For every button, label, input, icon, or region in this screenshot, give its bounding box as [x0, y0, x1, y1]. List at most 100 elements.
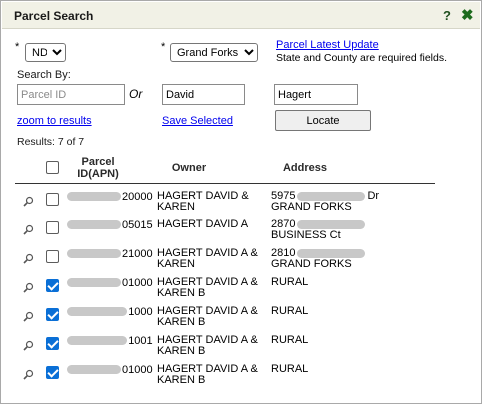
redacted-text	[67, 192, 121, 201]
owner-header: Owner	[171, 162, 207, 174]
owner-cell: HAGERT DAVID A & KAREN	[157, 248, 267, 270]
results-count: Results: 7 of 7	[17, 136, 85, 148]
address-cell: RURAL	[271, 277, 451, 288]
owner-line: KAREN B	[157, 374, 206, 386]
address-line: RURAL	[271, 364, 451, 375]
redacted-text	[67, 220, 121, 229]
owner-line: KAREN B	[157, 316, 206, 328]
redacted-text	[67, 307, 128, 316]
or-label: Or	[129, 87, 143, 101]
redacted-text	[67, 249, 121, 258]
row-select-checkbox[interactable]	[46, 193, 59, 206]
parcel-id-input[interactable]	[17, 84, 125, 105]
parcel-id-suffix: 05015	[122, 219, 153, 231]
address-number: RURAL	[271, 305, 309, 317]
owner-line: KAREN B	[157, 345, 206, 357]
owner-cell: HAGERT DAVID A	[157, 219, 267, 241]
address-line: RURAL	[271, 335, 451, 346]
parcel-search-window: Parcel Search ? ✖ * ND * Grand Forks Par…	[0, 0, 482, 404]
address-cell: RURAL	[271, 306, 451, 317]
first-name-input[interactable]	[162, 84, 245, 105]
zoom-to-parcel-icon[interactable]	[23, 282, 34, 293]
parcel-id-suffix: 01000	[122, 364, 153, 376]
close-icon[interactable]: ✖	[461, 6, 474, 24]
owner-cell: HAGERT DAVID A & KAREN B	[157, 364, 267, 386]
redacted-text	[297, 248, 366, 258]
parcel-id-suffix: 21000	[122, 248, 153, 260]
zoom-to-parcel-icon[interactable]	[23, 196, 34, 207]
address-line: BUSINESS Ct	[271, 229, 341, 241]
search-by-label: Search By:	[17, 69, 71, 81]
county-select[interactable]: Grand Forks	[170, 43, 258, 62]
parcel-id-cell: 05015	[67, 219, 153, 231]
state-required-mark: *	[15, 41, 20, 53]
address-line: RURAL	[271, 277, 451, 288]
zoom-to-parcel-icon[interactable]	[23, 224, 34, 235]
parcel-id-suffix: 01000	[122, 277, 153, 289]
result-row: 1000 HAGERT DAVID A & KAREN B RURAL	[15, 303, 455, 332]
parcel-latest-update-link[interactable]: Parcel Latest Update	[276, 39, 379, 51]
address-number: RURAL	[271, 363, 309, 375]
result-row: 05015 HAGERT DAVID A 2870 BUSINESS Ct	[15, 216, 455, 245]
locate-button[interactable]: Locate	[275, 110, 371, 131]
address-header: Address	[282, 162, 328, 174]
address-cell: 2810 GRAND FORKS	[271, 248, 451, 270]
state-select[interactable]: ND	[25, 43, 66, 62]
parcel-id-cell: 21000	[67, 248, 153, 260]
zoom-to-parcel-icon[interactable]	[23, 369, 34, 380]
owner-line: KAREN	[157, 258, 195, 270]
row-select-checkbox[interactable]	[46, 279, 59, 292]
zoom-to-parcel-icon[interactable]	[23, 311, 34, 322]
address-cell: 2870 BUSINESS Ct	[271, 219, 451, 241]
parcel-id-cell: 1001	[67, 335, 153, 347]
owner-cell: HAGERT DAVID & KAREN	[157, 191, 267, 213]
address-suffix: Dr	[367, 190, 380, 202]
save-selected-link[interactable]: Save Selected	[162, 115, 233, 127]
owner-line: HAGERT DAVID A	[157, 218, 249, 230]
parcel-id-cell: 01000	[67, 277, 153, 289]
select-all-checkbox[interactable]	[46, 161, 59, 174]
address-number: RURAL	[271, 276, 309, 288]
county-required-mark: *	[161, 41, 166, 53]
address-line: GRAND FORKS	[271, 258, 352, 270]
address-line: GRAND FORKS	[271, 201, 352, 213]
title-bar: Parcel Search ? ✖	[2, 2, 480, 29]
result-row: 01000 HAGERT DAVID A & KAREN B RURAL	[15, 274, 455, 303]
owner-cell: HAGERT DAVID A & KAREN B	[157, 277, 267, 299]
parcel-id-suffix: 20000	[122, 191, 153, 203]
help-icon[interactable]: ?	[443, 8, 451, 23]
redacted-text	[67, 365, 121, 374]
parcel-id-suffix: 1000	[128, 306, 153, 318]
zoom-to-results-link[interactable]: zoom to results	[17, 115, 92, 127]
zoom-to-parcel-icon[interactable]	[23, 340, 34, 351]
address-cell: 5975 Dr GRAND FORKS	[271, 191, 451, 213]
required-fields-note: State and County are required fields.	[276, 52, 448, 64]
redacted-text	[67, 278, 121, 287]
owner-cell: HAGERT DAVID A & KAREN B	[157, 335, 267, 357]
parcel-id-header: Parcel ID(APN)	[77, 156, 119, 180]
last-name-input[interactable]	[274, 84, 358, 105]
parcel-id-cell: 1000	[67, 306, 153, 318]
row-select-checkbox[interactable]	[46, 366, 59, 379]
address-number: RURAL	[271, 334, 309, 346]
row-select-checkbox[interactable]	[46, 221, 59, 234]
address-cell: RURAL	[271, 364, 451, 375]
redacted-text	[67, 336, 128, 345]
row-select-checkbox[interactable]	[46, 250, 59, 263]
owner-line: KAREN	[157, 201, 195, 213]
zoom-to-parcel-icon[interactable]	[23, 253, 34, 264]
parcel-id-suffix: 1001	[128, 335, 153, 347]
header-divider	[15, 183, 435, 184]
parcel-id-cell: 20000	[67, 191, 153, 203]
result-row: 01000 HAGERT DAVID A & KAREN B RURAL	[15, 361, 455, 390]
row-select-checkbox[interactable]	[46, 337, 59, 350]
row-select-checkbox[interactable]	[46, 308, 59, 321]
address-line: RURAL	[271, 306, 451, 317]
parcel-id-cell: 01000	[67, 364, 153, 376]
redacted-text	[297, 191, 366, 201]
result-row: 1001 HAGERT DAVID A & KAREN B RURAL	[15, 332, 455, 361]
owner-cell: HAGERT DAVID A & KAREN B	[157, 306, 267, 328]
result-row: 20000 HAGERT DAVID & KAREN 5975 Dr GRAND FORK…	[15, 188, 455, 217]
owner-line: KAREN B	[157, 287, 206, 299]
owner-line	[157, 230, 267, 241]
